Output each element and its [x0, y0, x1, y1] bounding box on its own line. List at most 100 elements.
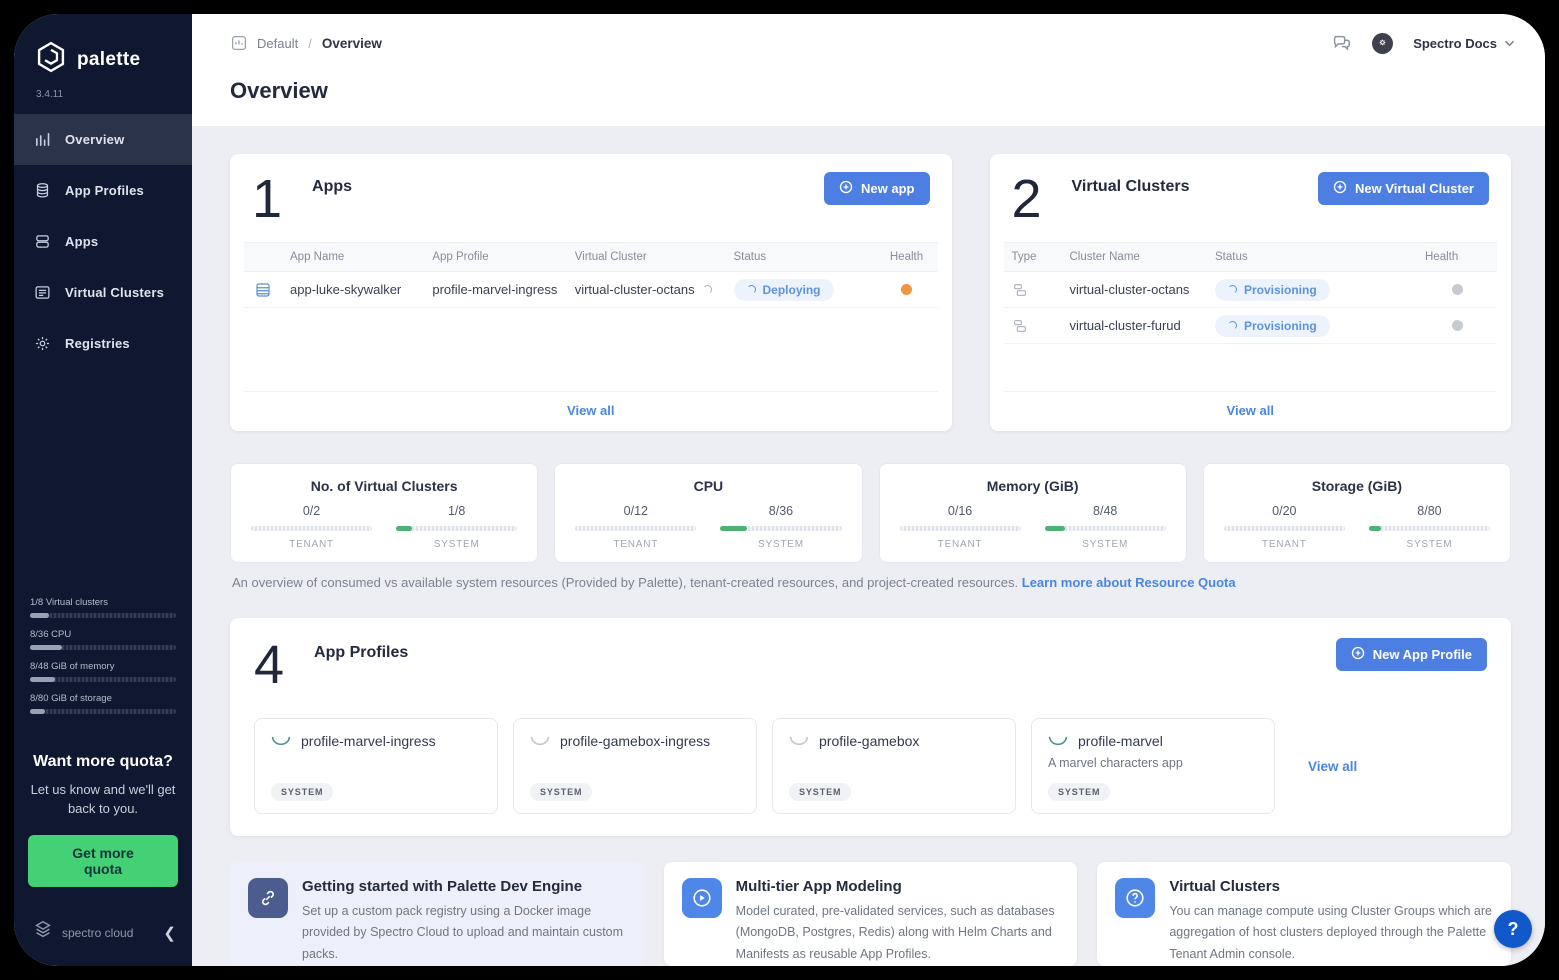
- topbar-actions: Spectro Docs: [1330, 32, 1515, 54]
- get-more-quota-button[interactable]: Get more quota: [28, 835, 178, 887]
- health-cell: [1417, 320, 1497, 331]
- quota-label: 8/80 GiB of storage: [30, 693, 176, 704]
- clusters-table-header: Type Cluster Name Status Health: [1004, 242, 1498, 272]
- promo-title: Want more quota?: [28, 753, 178, 771]
- spectro-cloud-logo-icon: [32, 919, 54, 946]
- overview-icon: [34, 131, 51, 148]
- sidebar-item-apps[interactable]: Apps: [14, 216, 192, 267]
- breadcrumb-separator: /: [308, 36, 312, 51]
- apps-table-header: App Name App Profile Virtual Cluster Sta…: [244, 242, 938, 272]
- resource-quota-section: No. of Virtual Clusters 0/2 TENANT 1/8 S…: [230, 463, 1511, 563]
- footer-brand-label: spectro cloud: [62, 926, 155, 940]
- promo-text: Let us know and we'll get back to you.: [28, 781, 178, 819]
- system-badge: SYSTEM: [1048, 783, 1110, 801]
- clusters-view-all-link[interactable]: View all: [1004, 391, 1498, 431]
- link-icon: [248, 878, 288, 918]
- feedback-chat-icon[interactable]: [1330, 32, 1352, 54]
- quota-bar: [30, 709, 176, 714]
- chevron-down-icon: [1504, 34, 1515, 52]
- info-card-app-modeling[interactable]: Multi-tier App Modeling Model curated, p…: [664, 862, 1078, 966]
- app-profiles-icon: [34, 182, 51, 199]
- breadcrumb-project[interactable]: Default: [257, 36, 298, 51]
- sidebar-nav: Overview App Profiles Apps Virtual Clust…: [14, 114, 192, 369]
- app-profile-item[interactable]: profile-marvel A marvel characters app S…: [1031, 718, 1275, 814]
- sidebar-item-registries[interactable]: Registries: [14, 318, 192, 369]
- app-profile-item[interactable]: profile-gamebox-ingress SYSTEM: [513, 718, 757, 814]
- new-app-button[interactable]: New app: [824, 172, 929, 205]
- docs-label: Spectro Docs: [1413, 36, 1497, 51]
- spinner-icon: [747, 285, 756, 294]
- sidebar-item-label: Registries: [65, 336, 130, 351]
- apps-table-row[interactable]: app-luke-skywalker profile-marvel-ingres…: [244, 272, 938, 308]
- new-app-profile-button-label: New App Profile: [1373, 647, 1472, 662]
- new-virtual-cluster-button-label: New Virtual Cluster: [1355, 181, 1474, 196]
- profiles-view-all-link[interactable]: View all: [1308, 718, 1357, 814]
- apps-view-all-link[interactable]: View all: [244, 391, 938, 431]
- quota-virtual-clusters: 1/8 Virtual clusters: [30, 597, 176, 618]
- quota-card-cpu: CPU 0/12 TENANT 8/36 SYSTEM: [554, 463, 862, 563]
- new-app-profile-button[interactable]: New App Profile: [1336, 638, 1487, 671]
- circle-plus-icon: [1351, 646, 1365, 663]
- app-profile-item[interactable]: profile-marvel-ingress SYSTEM: [254, 718, 498, 814]
- info-card-title: Getting started with Palette Dev Engine: [302, 878, 626, 895]
- col-app-name: App Name: [282, 251, 424, 263]
- profile-subtitle: A marvel characters app: [1048, 756, 1258, 770]
- spinner-icon: [1228, 321, 1237, 330]
- app-profile-item[interactable]: profile-gamebox SYSTEM: [772, 718, 1016, 814]
- col-status: Status: [1207, 251, 1417, 263]
- info-card-text: You can manage compute using Cluster Gro…: [1169, 901, 1493, 965]
- sidebar-item-label: Apps: [65, 234, 98, 249]
- clusters-table-row[interactable]: virtual-cluster-furud Provisioning: [1004, 308, 1498, 344]
- resource-quota-link[interactable]: Learn more about Resource Quota: [1022, 575, 1236, 590]
- info-card-title: Multi-tier App Modeling: [736, 878, 1060, 895]
- app-profiles-card: 4 App Profiles New App Profile profile-m…: [230, 618, 1511, 836]
- quota-label: 8/48 GiB of memory: [30, 661, 176, 672]
- status-cell: Provisioning: [1207, 315, 1417, 337]
- help-button[interactable]: ?: [1494, 910, 1532, 948]
- quota-promo: Want more quota? Let us know and we'll g…: [14, 731, 192, 905]
- clusters-table-row[interactable]: virtual-cluster-octans Provisioning: [1004, 272, 1498, 308]
- page-header: Default / Overview Spectro Docs Overview: [192, 14, 1545, 126]
- quota-storage: 8/80 GiB of storage: [30, 693, 176, 714]
- profile-name: profile-gamebox-ingress: [560, 733, 710, 749]
- sidebar-item-label: App Profiles: [65, 183, 144, 198]
- sidebar-item-app-profiles[interactable]: App Profiles: [14, 165, 192, 216]
- sidebar-item-overview[interactable]: Overview: [14, 114, 192, 165]
- breadcrumb: Default / Overview Spectro Docs: [230, 32, 1515, 54]
- cluster-name-cell: virtual-cluster-octans: [1062, 282, 1208, 297]
- col-status: Status: [726, 251, 876, 263]
- system-quota: 8/48 SYSTEM: [1045, 504, 1166, 550]
- sidebar-item-label: Virtual Clusters: [65, 285, 164, 300]
- page-title: Overview: [230, 54, 1515, 126]
- sidebar: palette 3.4.11 Overview App Profiles App…: [14, 14, 192, 966]
- clusters-card-title: Virtual Clusters: [1072, 178, 1190, 196]
- health-cell: [876, 284, 938, 295]
- col-app-profile: App Profile: [424, 251, 566, 263]
- new-app-button-label: New app: [861, 181, 914, 196]
- settings-gear-icon[interactable]: [1372, 33, 1393, 54]
- health-cell: [1417, 284, 1497, 295]
- sidebar-item-label: Overview: [65, 132, 124, 147]
- spinner-icon: [703, 285, 712, 294]
- quota-card-title: Storage (GiB): [1224, 478, 1490, 494]
- new-virtual-cluster-button[interactable]: New Virtual Cluster: [1318, 172, 1489, 205]
- quota-cpu: 8/36 CPU: [30, 629, 176, 650]
- project-icon: [230, 34, 248, 52]
- breadcrumb-current: Overview: [322, 36, 382, 51]
- info-card-virtual-clusters[interactable]: Virtual Clusters You can manage compute …: [1097, 862, 1511, 966]
- profile-name: profile-gamebox: [819, 733, 919, 749]
- sidebar-item-virtual-clusters[interactable]: Virtual Clusters: [14, 267, 192, 318]
- status-badge: Provisioning: [1215, 279, 1330, 301]
- docs-dropdown[interactable]: Spectro Docs: [1413, 34, 1515, 52]
- profile-layer-icon: [1048, 734, 1068, 748]
- profile-layer-icon: [789, 734, 809, 748]
- content: 1 Apps New app App Name App Profile Virt…: [192, 126, 1545, 966]
- app-window: palette 3.4.11 Overview App Profiles App…: [14, 14, 1545, 966]
- collapse-sidebar-icon[interactable]: ❮: [163, 924, 176, 942]
- registries-icon: [34, 335, 51, 352]
- quota-memory: 8/48 GiB of memory: [30, 661, 176, 682]
- quota-caption: An overview of consumed vs available sys…: [232, 575, 1509, 590]
- info-card-dev-engine[interactable]: Getting started with Palette Dev Engine …: [230, 862, 644, 966]
- tenant-quota: 0/12 TENANT: [575, 504, 696, 550]
- col-health: Health: [1417, 251, 1497, 263]
